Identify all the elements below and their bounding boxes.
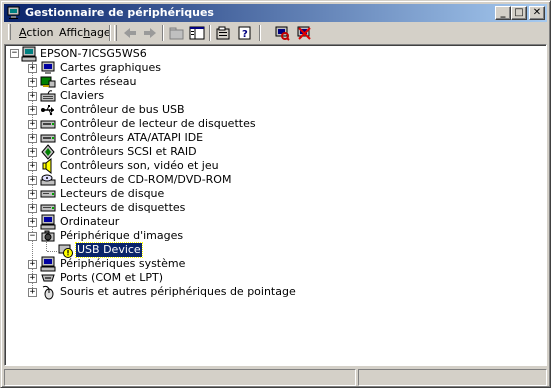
show-hide-tree-icon [189, 26, 205, 40]
status-pane-secondary [358, 369, 547, 386]
help-icon: ? [238, 26, 251, 40]
uninstall-button[interactable] [294, 24, 314, 42]
expand-toggle[interactable]: + [28, 288, 37, 297]
device-manager-window: Gestionnaire de périphériques _ □ ✕ Acti… [0, 0, 551, 388]
uninstall-icon [297, 26, 311, 40]
scan-hardware-button[interactable] [272, 24, 292, 42]
up-level-button[interactable] [167, 24, 187, 42]
tree-item-label[interactable]: Cartes réseau [59, 75, 138, 89]
expand-toggle[interactable]: + [28, 120, 37, 129]
tree-item-label[interactable]: Ports (COM et LPT) [59, 271, 164, 285]
root-collapse-toggle[interactable]: − [10, 49, 19, 58]
show-hide-tree-button[interactable] [187, 24, 207, 42]
maximize-button[interactable]: □ [511, 6, 527, 20]
back-arrow-icon [124, 28, 136, 38]
title-bar[interactable]: Gestionnaire de périphériques _ □ ✕ [4, 4, 547, 22]
toolbar-separator-2 [162, 25, 164, 41]
menu-affichage[interactable]: Affichage [59, 26, 111, 42]
tree-item-label[interactable]: Contrôleur de bus USB [59, 103, 186, 117]
expand-toggle[interactable]: + [28, 64, 37, 73]
collapse-toggle[interactable]: − [28, 232, 37, 241]
expand-toggle[interactable]: + [28, 204, 37, 213]
toolbar-grip[interactable] [114, 25, 117, 41]
toolbar-separator [109, 25, 111, 41]
back-button[interactable] [120, 24, 140, 42]
tree-item-label[interactable]: Lecteurs de disque [59, 187, 165, 201]
menu-affichage-label-pre: Affic [59, 26, 84, 39]
tree-item-label[interactable]: Souris et autres périphériques de pointa… [59, 285, 297, 299]
minimize-button[interactable]: _ [495, 6, 511, 20]
menu-action-label: ction [26, 26, 54, 39]
tree-item-label[interactable]: Périphérique d'images [59, 229, 184, 243]
minimize-icon: _ [500, 7, 506, 18]
forward-arrow-icon [144, 28, 156, 38]
expand-toggle[interactable]: + [28, 162, 37, 171]
tree-item-label[interactable]: Claviers [59, 89, 105, 103]
toolbar-separator-3 [209, 25, 211, 41]
expand-toggle[interactable]: + [28, 176, 37, 185]
toolbar-separator-4 [259, 25, 261, 41]
close-icon: ✕ [532, 7, 542, 18]
close-button[interactable]: ✕ [529, 6, 545, 20]
properties-icon [216, 26, 230, 40]
forward-button[interactable] [140, 24, 160, 42]
expand-toggle[interactable]: + [28, 78, 37, 87]
maximize-icon: □ [514, 7, 524, 18]
window-title: Gestionnaire de périphériques [25, 6, 214, 19]
device-tree: − EPSON-7ICSG5WS6 + Cartes graphiques + [5, 45, 546, 365]
expand-toggle[interactable]: + [28, 92, 37, 101]
warning-device-icon [58, 244, 73, 258]
svg-text:?: ? [242, 29, 248, 40]
expand-toggle[interactable]: + [28, 190, 37, 199]
tree-root-label[interactable]: EPSON-7ICSG5WS6 [39, 47, 148, 61]
tree-item-label[interactable]: Contrôleurs SCSI et RAID [59, 145, 198, 159]
expand-toggle[interactable]: + [28, 260, 37, 269]
menu-grip[interactable] [8, 24, 11, 40]
device-manager-app-icon [7, 6, 20, 19]
tree-item-label[interactable]: Ordinateur [59, 215, 120, 229]
expand-toggle[interactable]: + [28, 148, 37, 157]
status-bar [4, 368, 547, 386]
tree-item-label-selected[interactable]: USB Device [75, 242, 143, 258]
expand-toggle[interactable]: + [28, 274, 37, 283]
help-button[interactable]: ? [235, 24, 255, 42]
tree-item-label[interactable]: Cartes graphiques [59, 61, 162, 75]
tree-item-label[interactable]: Lecteurs de CD-ROM/DVD-ROM [59, 173, 232, 187]
status-pane-main [4, 369, 356, 386]
scan-hardware-icon [275, 26, 290, 41]
tree-item-label[interactable]: Contrôleurs ATA/ATAPI IDE [59, 131, 204, 145]
tree-item-label[interactable]: Lecteurs de disquettes [59, 201, 186, 215]
tree-branch-hline [47, 251, 57, 252]
camera-icon [41, 230, 55, 242]
device-tree-pane[interactable]: − EPSON-7ICSG5WS6 + Cartes graphiques + [4, 44, 547, 366]
expand-toggle[interactable]: + [28, 106, 37, 115]
menu-affichage-label: age [90, 26, 111, 39]
expand-toggle[interactable]: + [28, 218, 37, 227]
tree-item-label[interactable]: Contrôleur de lecteur de disquettes [59, 117, 257, 131]
mouse-icon [42, 285, 54, 300]
properties-button[interactable] [213, 24, 233, 42]
folder-up-icon [169, 27, 184, 40]
tree-item-label[interactable]: Contrôleurs son, vidéo et jeu [59, 159, 220, 173]
menu-action[interactable]: Action [19, 26, 53, 42]
expand-toggle[interactable]: + [28, 134, 37, 143]
computer-root-icon [21, 46, 37, 62]
tree-item-label[interactable]: Périphériques système [59, 257, 186, 271]
